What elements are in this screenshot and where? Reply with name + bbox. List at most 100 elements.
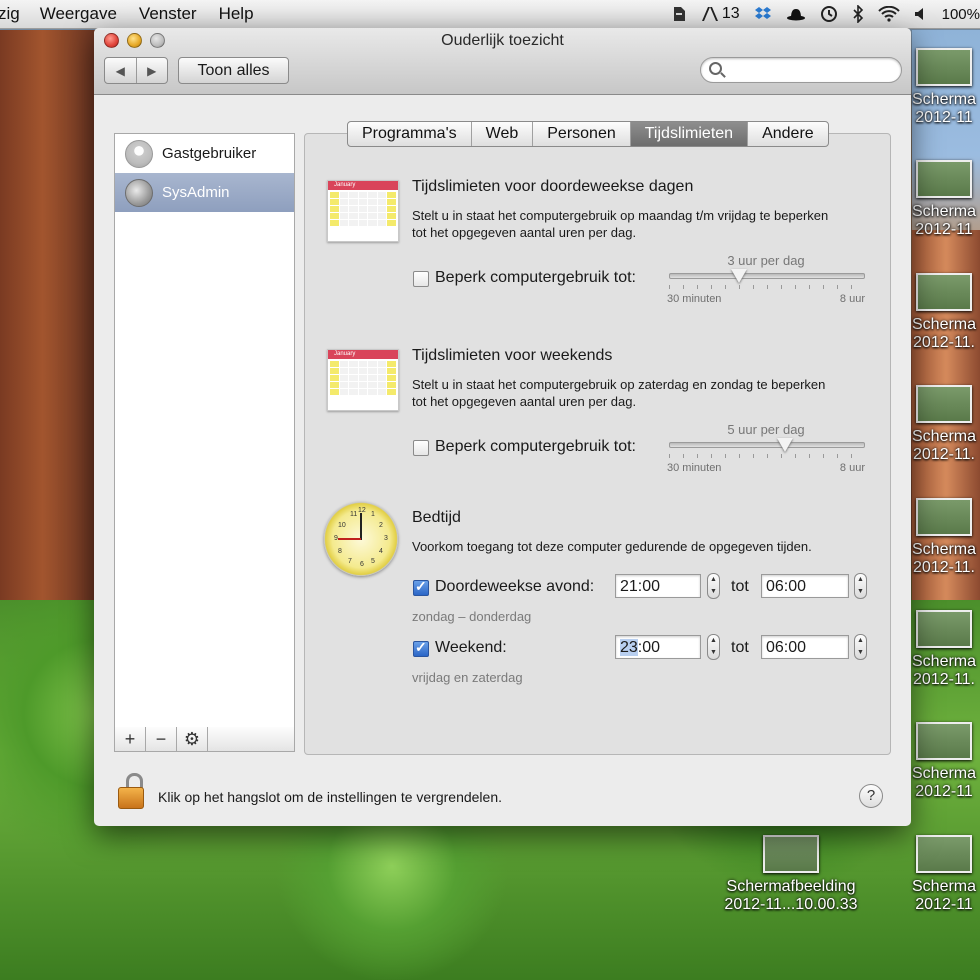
calendar-day-cell xyxy=(349,220,358,226)
weekday-limit-checkbox[interactable] xyxy=(413,271,429,287)
desktop-file-icon[interactable]: Scherma 2012-11 xyxy=(912,835,976,914)
help-button[interactable]: ? xyxy=(859,784,883,808)
tab-programmas[interactable]: Programma's xyxy=(348,122,472,146)
window-titlebar[interactable]: Ouderlijk toezicht ◀ ▶ Toon alles xyxy=(94,28,911,95)
calendar-grid xyxy=(328,190,398,228)
calendar-day-cell xyxy=(339,220,349,226)
calendar-day-cell xyxy=(368,213,377,219)
menu-weergave[interactable]: Weergave xyxy=(40,4,117,24)
calendar-day-cell xyxy=(368,361,377,367)
calendar-day-cell xyxy=(368,192,377,198)
calendar-day-cell xyxy=(377,220,387,226)
to-label: tot xyxy=(731,639,749,656)
calendar-day-cell xyxy=(368,382,377,388)
search-icon xyxy=(709,62,722,75)
calendar-day-cell xyxy=(339,199,349,205)
weekday-from-stepper[interactable]: ▲ ▼ xyxy=(707,573,720,599)
weekend-from-stepper[interactable]: ▲ ▼ xyxy=(707,634,720,660)
slider-max-label: 8 uur xyxy=(839,462,865,474)
calendar-day-cell xyxy=(358,199,368,205)
weekend-bedtime-to-field[interactable]: 06:00 xyxy=(761,635,849,659)
tab-andere[interactable]: Andere xyxy=(748,122,828,146)
volume-icon[interactable] xyxy=(914,6,928,22)
weekend-bedtime-checkbox[interactable] xyxy=(413,639,429,657)
search-input[interactable] xyxy=(727,60,897,80)
tab-web[interactable]: Web xyxy=(472,122,534,146)
desktop-file-name: Scherma xyxy=(912,653,977,670)
adobe-icon[interactable]: 13 xyxy=(701,5,740,23)
screenshot-thumbnail xyxy=(916,498,973,536)
gear-icon[interactable]: ⚙ xyxy=(177,727,208,751)
tab-tijdslimieten[interactable]: Tijdslimieten xyxy=(630,122,749,146)
calendar-day-cell xyxy=(339,382,349,388)
weekday-bedtime-label: Doordeweekse avond: xyxy=(435,578,595,595)
menu-help[interactable]: Help xyxy=(219,4,254,24)
dropbox-icon[interactable] xyxy=(754,6,772,22)
weekday-bedtime-from-field[interactable]: 21:00 xyxy=(615,574,701,598)
weekend-to-stepper[interactable]: ▲ ▼ xyxy=(854,634,867,660)
hat-icon[interactable] xyxy=(786,7,806,21)
battery-status[interactable]: 100% xyxy=(942,6,980,23)
tab-personen[interactable]: Personen xyxy=(533,122,631,146)
forward-button[interactable]: ▶ xyxy=(137,58,168,83)
slider-value-label: 5 uur per dag xyxy=(727,422,805,437)
lock-icon[interactable] xyxy=(116,773,146,809)
desktop-file-date: 2012-11. xyxy=(913,671,975,688)
desktop-file-icon[interactable]: Scherma 2012-11. xyxy=(912,385,976,464)
user-item-gastgebruiker[interactable]: Gastgebruiker xyxy=(115,134,294,173)
clock-icon: 11 12 1 10 2 9 3 8 4 7 5 6 xyxy=(324,502,398,576)
menu-item-partial[interactable]: zig xyxy=(0,4,20,24)
show-all-button[interactable]: Toon alles xyxy=(178,57,289,84)
clock-number: 5 xyxy=(371,558,375,565)
calendar-day-cell xyxy=(358,192,368,198)
bedtime-description: Voorkom toegang tot deze computer gedure… xyxy=(412,539,812,554)
tab-bar: Programma's Web Personen Tijdslimieten A… xyxy=(347,121,829,147)
calendar-day-cell xyxy=(349,206,358,212)
calendar-day-cell xyxy=(330,206,339,212)
calendar-day-cell xyxy=(358,389,368,395)
remove-user-button[interactable]: − xyxy=(146,727,177,751)
bluetooth-icon[interactable] xyxy=(852,5,864,23)
calendar-day-cell xyxy=(330,199,339,205)
add-user-button[interactable]: + xyxy=(115,727,146,751)
time-machine-icon[interactable] xyxy=(820,5,838,23)
desktop-file-icon[interactable]: Scherma 2012-11. xyxy=(912,610,976,689)
weekend-bedtime-from-field[interactable]: 23:00 xyxy=(615,635,701,659)
desktop-file-icon[interactable]: Scherma 2012-11. xyxy=(912,498,976,577)
desktop-file-icon[interactable]: Scherma 2012-11 xyxy=(912,48,976,127)
clock-number: 8 xyxy=(338,548,342,555)
calendar-day-cell xyxy=(358,220,368,226)
desktop-file-icon[interactable]: Scherma 2012-11 xyxy=(912,722,976,801)
clock-number: 6 xyxy=(360,561,364,568)
calendar-day-cell xyxy=(387,361,396,367)
desktop-file-icon[interactable]: Scherma 2012-11. xyxy=(912,273,976,352)
calendar-day-cell xyxy=(330,368,339,374)
weekend-bedtime-label: Weekend: xyxy=(435,639,507,656)
back-forward-control: ◀ ▶ xyxy=(104,57,168,84)
evernote-icon[interactable] xyxy=(671,5,687,23)
slider-knob[interactable] xyxy=(777,438,794,452)
screenshot-thumbnail xyxy=(916,610,973,648)
calendar-day-cell xyxy=(349,213,358,219)
desktop-file-name: Schermafbeelding xyxy=(726,878,856,895)
weekend-limit-checkbox[interactable] xyxy=(413,440,429,456)
slider-knob[interactable] xyxy=(730,269,747,283)
lock-body xyxy=(118,787,144,809)
desktop-file-icon[interactable]: Schermafbeelding 2012-11...10.00.33 xyxy=(718,835,864,914)
desktop-file-icon[interactable]: Scherma 2012-11 xyxy=(912,160,976,239)
calendar-day-cell xyxy=(387,213,396,219)
calendar-day-cell xyxy=(368,375,377,381)
back-button[interactable]: ◀ xyxy=(105,58,137,83)
menu-venster[interactable]: Venster xyxy=(139,4,197,24)
search-field[interactable] xyxy=(700,57,902,83)
calendar-day-cell xyxy=(358,213,368,219)
weekday-to-stepper[interactable]: ▲ ▼ xyxy=(854,573,867,599)
screenshot-thumbnail xyxy=(916,835,973,873)
weekday-bedtime-to-field[interactable]: 06:00 xyxy=(761,574,849,598)
user-item-sysadmin[interactable]: SysAdmin xyxy=(115,173,294,212)
weekday-bedtime-checkbox[interactable] xyxy=(413,578,429,596)
admin-avatar-icon xyxy=(125,178,153,207)
desktop-file-date: 2012-11 xyxy=(915,109,973,126)
clock-number: 7 xyxy=(348,558,352,565)
wifi-icon[interactable] xyxy=(877,6,900,22)
